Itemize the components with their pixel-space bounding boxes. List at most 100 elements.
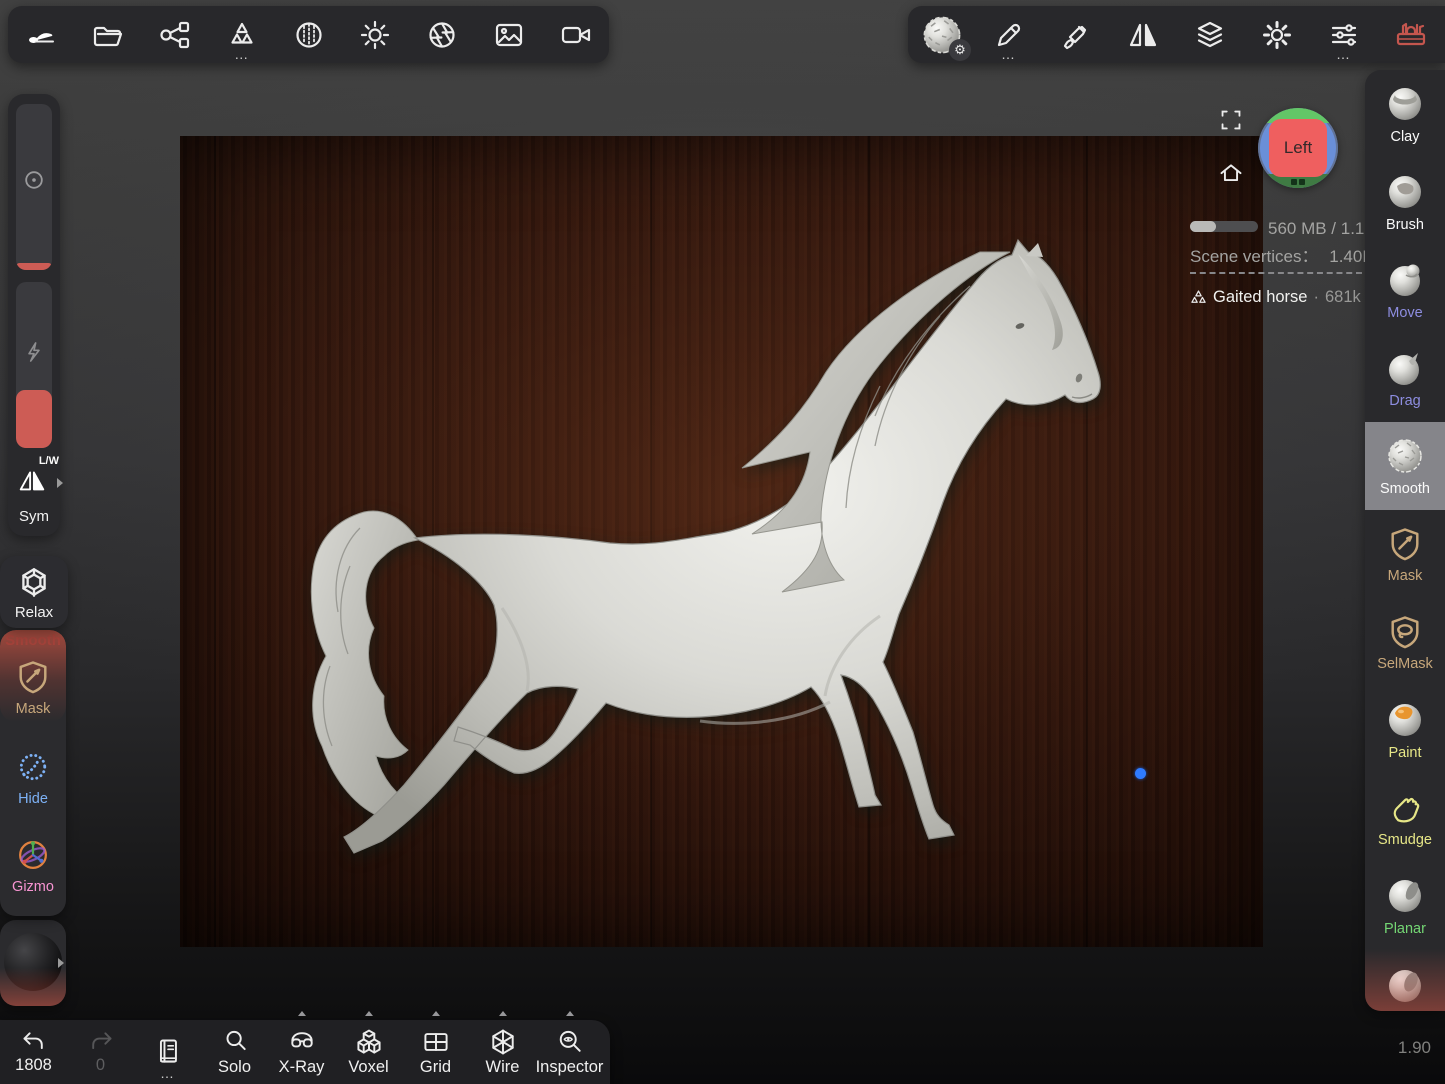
tool-clay[interactable]: Clay: [1365, 70, 1445, 158]
camera-button[interactable]: [542, 6, 609, 63]
fullscreen-icon[interactable]: [1219, 108, 1243, 132]
tool-smooth-selected[interactable]: Smooth: [1365, 422, 1445, 510]
orientation-front-face[interactable]: Left: [1269, 119, 1327, 177]
tool-partial-flatten[interactable]: [1365, 950, 1445, 1011]
obscured-smooth-label: Smooth: [0, 632, 66, 649]
xray-toggle[interactable]: X-Ray: [268, 1020, 335, 1084]
relax-tool-button[interactable]: Relax: [0, 556, 68, 628]
tool-planar[interactable]: Planar: [1365, 862, 1445, 950]
undo-count: 1808: [15, 1056, 52, 1075]
tool-move[interactable]: Move: [1365, 246, 1445, 334]
flatten-tool-icon: [1385, 966, 1425, 1006]
smooth-tool-icon: [1385, 436, 1425, 476]
radius-slider[interactable]: [16, 104, 52, 270]
active-tool-preview-button[interactable]: ⚙: [908, 6, 975, 63]
notes-button[interactable]: …: [134, 1020, 201, 1084]
stroke-sliders-button[interactable]: …: [1310, 6, 1377, 63]
paintbrush-tool-button[interactable]: [1042, 6, 1109, 63]
move-label: Move: [1387, 305, 1422, 321]
solo-toggle[interactable]: Solo: [201, 1020, 268, 1084]
aperture-icon: [425, 18, 459, 52]
mask-tool-icon: [1386, 525, 1424, 563]
scene-graph-button[interactable]: [142, 6, 209, 63]
tool-drag[interactable]: Drag: [1365, 334, 1445, 422]
tool-selmask[interactable]: SelMask: [1365, 598, 1445, 686]
symmetry-button[interactable]: [1109, 6, 1176, 63]
notebook-icon: [153, 1037, 183, 1067]
left-quick-tools-panel: Smooth Mask Hide Gizmo: [0, 630, 66, 916]
material-button[interactable]: [275, 6, 342, 63]
selmask-label: SelMask: [1377, 656, 1433, 672]
app-window: …: [0, 0, 1445, 1084]
tool-smudge[interactable]: Smudge: [1365, 774, 1445, 862]
orientation-ball[interactable]: Left: [1258, 108, 1338, 188]
top-right-toolbar: ⚙ …: [908, 6, 1445, 63]
redo-count: 0: [96, 1056, 105, 1075]
background-image-button[interactable]: [475, 6, 542, 63]
scene-object-row[interactable]: Gaited horse · 681k: [1190, 288, 1361, 307]
topology-button[interactable]: …: [208, 6, 275, 63]
intensity-slider[interactable]: [16, 282, 52, 448]
selmask-tool-icon: [1386, 613, 1424, 651]
brush-sliders-panel: L/W Sym: [8, 94, 60, 536]
mask-shield-icon: [14, 658, 52, 696]
material-sphere-preview[interactable]: [4, 933, 62, 991]
object-separator: ·: [1313, 288, 1319, 307]
relax-label: Relax: [15, 604, 53, 621]
symmetry-mode-label: L/W: [39, 455, 59, 467]
toolbox-icon: [1394, 18, 1428, 52]
toolbox-button[interactable]: [1377, 6, 1444, 63]
wire-toggle[interactable]: Wire: [469, 1020, 536, 1084]
brush-label: Brush: [1386, 217, 1424, 233]
planar-tool-icon: [1385, 876, 1425, 916]
clay-tool-icon: [1385, 84, 1425, 124]
grid-toggle[interactable]: Grid: [402, 1020, 469, 1084]
grid-caret-icon: [432, 1011, 440, 1016]
sculpt-viewport[interactable]: [180, 136, 1263, 947]
symmetry-triangles-icon: [16, 464, 48, 496]
sliders-overflow-dots: …: [1336, 47, 1351, 61]
intensity-slider-fill: [16, 390, 52, 448]
hide-quick-label: Hide: [18, 791, 48, 807]
folder-icon: [91, 18, 125, 52]
tool-brush[interactable]: Brush: [1365, 158, 1445, 246]
grid-label: Grid: [420, 1058, 451, 1077]
lighting-button[interactable]: [342, 6, 409, 63]
redo-button[interactable]: 0: [67, 1020, 134, 1084]
drag-label: Drag: [1389, 393, 1420, 409]
xray-label: X-Ray: [279, 1058, 325, 1077]
files-button[interactable]: [75, 6, 142, 63]
hide-quick-button[interactable]: Hide: [0, 748, 66, 807]
settings-button[interactable]: [1243, 6, 1310, 63]
tool-mask[interactable]: Mask: [1365, 510, 1445, 598]
voxel-button[interactable]: Voxel: [335, 1020, 402, 1084]
material-expand-arrow-icon[interactable]: [58, 958, 64, 968]
symmetry-toggle-button[interactable]: L/W Sym: [8, 456, 60, 528]
orientation-label: Left: [1284, 138, 1312, 158]
symmetry-expand-arrow-icon[interactable]: [57, 478, 63, 488]
layers-button[interactable]: [1176, 6, 1243, 63]
mirror-symmetry-icon: [1126, 18, 1160, 52]
undo-button[interactable]: 1808: [0, 1020, 67, 1084]
voxel-cubes-icon: [354, 1027, 384, 1057]
paint-label: Paint: [1388, 745, 1421, 761]
relax-web-icon: [16, 564, 52, 600]
home-view-icon[interactable]: [1218, 161, 1244, 187]
move-tool-icon: [1385, 260, 1425, 300]
horse-sculpture: [180, 136, 1263, 947]
radius-slider-fill: [16, 263, 52, 270]
pencil-tool-button[interactable]: …: [975, 6, 1042, 63]
tool-paint[interactable]: Paint: [1365, 686, 1445, 774]
redo-arrow-icon: [86, 1029, 116, 1055]
inspector-button[interactable]: Inspector: [536, 1020, 603, 1084]
voxel-caret-icon: [365, 1011, 373, 1016]
tool-settings-gear-badge[interactable]: ⚙: [949, 39, 971, 61]
planar-label: Planar: [1384, 921, 1426, 937]
inspector-eye-icon: [555, 1027, 585, 1057]
gizmo-quick-button[interactable]: Gizmo: [0, 836, 66, 895]
app-menu-button[interactable]: [8, 6, 75, 63]
app-logo-icon: [24, 18, 58, 52]
postprocess-button[interactable]: [409, 6, 476, 63]
material-preview-panel[interactable]: [0, 920, 66, 1006]
mask-quick-button[interactable]: Mask: [0, 658, 66, 717]
